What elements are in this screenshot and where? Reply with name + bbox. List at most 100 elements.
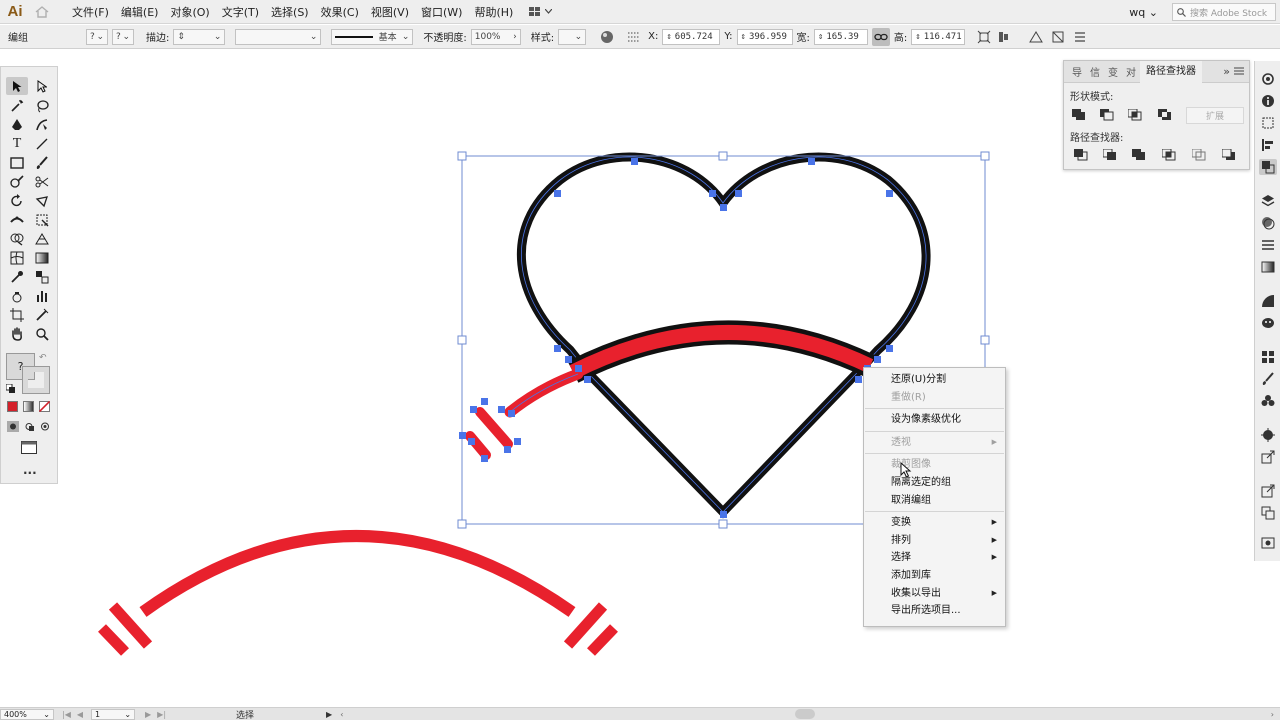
- scale-tool-icon[interactable]: [31, 192, 53, 210]
- default-fill-stroke-icon[interactable]: [5, 383, 15, 393]
- curvature-tool-icon[interactable]: [31, 116, 53, 134]
- variable-width-profile-dropdown[interactable]: ⌄: [235, 28, 322, 45]
- info-icon[interactable]: [1259, 93, 1277, 109]
- artboard-tool-icon[interactable]: [6, 306, 28, 324]
- swatches-icon[interactable]: [1259, 349, 1277, 365]
- rotate-tool-icon[interactable]: [6, 192, 28, 210]
- tab-info[interactable]: 信: [1086, 64, 1104, 79]
- stroke-swatch[interactable]: [22, 366, 50, 394]
- width-field[interactable]: ⇕ 165.39: [813, 28, 868, 45]
- arrow-tail-shaft[interactable]: [504, 368, 584, 418]
- brushes-icon[interactable]: [1259, 371, 1277, 387]
- recolor-artwork-icon[interactable]: [598, 28, 616, 46]
- width-tool-icon[interactable]: [6, 211, 28, 229]
- previous-artboard-icon[interactable]: ◀: [77, 710, 83, 719]
- zoom-tool-icon[interactable]: [31, 325, 53, 343]
- blend-tool-icon[interactable]: [31, 268, 53, 286]
- shaper-tool-icon[interactable]: [6, 173, 28, 191]
- swap-fill-stroke-icon[interactable]: ↶: [39, 353, 47, 363]
- align-panel-icon[interactable]: [1259, 137, 1277, 153]
- handle-bottom-center[interactable]: [718, 519, 728, 529]
- menu-view[interactable]: 视图(V): [365, 4, 415, 20]
- cm-pixel-perfect[interactable]: 设为像素级优化: [864, 411, 1005, 429]
- merge-icon[interactable]: [1130, 147, 1148, 163]
- rectangle-tool-icon[interactable]: [6, 154, 28, 172]
- shape-builder-tool-icon[interactable]: [6, 230, 28, 248]
- symbol-sprayer-tool-icon[interactable]: [6, 287, 28, 305]
- opacity-field[interactable]: 100% ›: [470, 28, 521, 45]
- align-options-icon[interactable]: [626, 28, 644, 46]
- panel-menu-icon[interactable]: [1071, 28, 1089, 46]
- stroke-color-dropdown[interactable]: ? ⌄: [112, 28, 134, 45]
- arrow-feather-1[interactable]: [475, 407, 513, 449]
- transform-panel-icon[interactable]: [1259, 115, 1277, 131]
- minus-front-icon[interactable]: [1098, 107, 1116, 123]
- asset-export-icon[interactable]: [1259, 449, 1277, 465]
- transform-icon[interactable]: [975, 28, 993, 46]
- screen-mode-icon[interactable]: [21, 441, 37, 457]
- none-mode-icon[interactable]: [38, 400, 51, 413]
- scroll-right-icon[interactable]: ›: [1271, 710, 1274, 719]
- cm-add-to-library[interactable]: 添加到库: [864, 567, 1005, 585]
- libraries-icon[interactable]: [1259, 535, 1277, 551]
- hand-tool-icon[interactable]: [6, 325, 28, 343]
- outline-icon[interactable]: [1190, 147, 1208, 163]
- minus-back-icon[interactable]: [1220, 147, 1238, 163]
- handle-middle-right[interactable]: [980, 335, 990, 345]
- status-menu-arrow-icon[interactable]: ▶: [326, 710, 332, 719]
- scroll-left-icon[interactable]: ‹: [340, 710, 343, 719]
- handle-bottom-left[interactable]: [457, 519, 467, 529]
- unite-icon[interactable]: [1070, 107, 1088, 123]
- first-artboard-icon[interactable]: |◀: [62, 710, 71, 719]
- zoom-dropdown[interactable]: 400% ⌄: [0, 708, 54, 720]
- stroke-weight-field[interactable]: ⇕ ⌄: [173, 28, 226, 45]
- menu-file[interactable]: 文件(F): [66, 4, 115, 20]
- divide-icon[interactable]: [1072, 147, 1090, 163]
- align-menu-icon[interactable]: [997, 28, 1015, 46]
- menu-window[interactable]: 窗口(W): [415, 4, 468, 20]
- slice-tool-icon[interactable]: [31, 306, 53, 324]
- gradient-tool-icon[interactable]: [31, 249, 53, 267]
- fill-color-dropdown[interactable]: ? ⌄: [86, 28, 108, 45]
- draw-normal-icon[interactable]: [7, 421, 19, 435]
- brush-definition-dropdown[interactable]: 基本 ⌄: [331, 28, 414, 45]
- artboards-panel-icon[interactable]: [1259, 505, 1277, 521]
- stock-search-input[interactable]: 搜索 Adobe Stock: [1172, 3, 1276, 21]
- layers-icon[interactable]: [1259, 193, 1277, 209]
- free-transform-tool-icon[interactable]: [31, 211, 53, 229]
- menu-type[interactable]: 文字(T): [216, 4, 265, 20]
- direct-selection-tool-icon[interactable]: [31, 77, 53, 95]
- red-arc-right-stripe-2[interactable]: [587, 624, 618, 656]
- handle-top-left[interactable]: [457, 151, 467, 161]
- menu-object[interactable]: 对象(O): [164, 4, 215, 20]
- draw-behind-icon[interactable]: [23, 421, 35, 435]
- cm-isolate-group[interactable]: 隔离选定的组: [864, 474, 1005, 492]
- cm-export-selection[interactable]: 导出所选项目...: [864, 602, 1005, 620]
- cm-ungroup[interactable]: 取消编组: [864, 492, 1005, 510]
- user-menu[interactable]: wq ⌄: [1121, 6, 1166, 19]
- pen-tool-icon[interactable]: [6, 116, 28, 134]
- artboard-number-field[interactable]: 1 ⌄: [91, 708, 136, 720]
- tab-pathfinder[interactable]: 路径查找器: [1140, 60, 1202, 83]
- magic-wand-tool-icon[interactable]: [6, 97, 28, 115]
- menu-select[interactable]: 选择(S): [265, 4, 315, 20]
- selection-tool-icon[interactable]: [6, 77, 28, 95]
- cm-arrange[interactable]: 排列 ▶: [864, 532, 1005, 550]
- gradient-panel-icon[interactable]: [1259, 259, 1277, 275]
- menu-effect[interactable]: 效果(C): [315, 4, 365, 20]
- handle-top-right[interactable]: [980, 151, 990, 161]
- cm-collect-for-export[interactable]: 收集以导出 ▶: [864, 585, 1005, 603]
- panel-collapse-icon[interactable]: »: [1223, 65, 1234, 78]
- trim-icon[interactable]: [1101, 147, 1119, 163]
- lasso-tool-icon[interactable]: [31, 97, 53, 115]
- isolate-object-icon[interactable]: [1049, 28, 1067, 46]
- tab-align[interactable]: 对: [1122, 64, 1140, 79]
- color-mode-icon[interactable]: [7, 401, 18, 412]
- workspace-layout-switch[interactable]: [529, 6, 553, 17]
- gradient-mode-icon[interactable]: [23, 401, 34, 412]
- edit-toolbar-icon[interactable]: ...: [23, 463, 37, 477]
- home-icon[interactable]: [30, 0, 54, 24]
- envelope-distort-icon[interactable]: [1027, 28, 1045, 46]
- x-position-field[interactable]: ⇕ 605.724: [662, 28, 721, 45]
- eyedropper-tool-icon[interactable]: [6, 268, 28, 286]
